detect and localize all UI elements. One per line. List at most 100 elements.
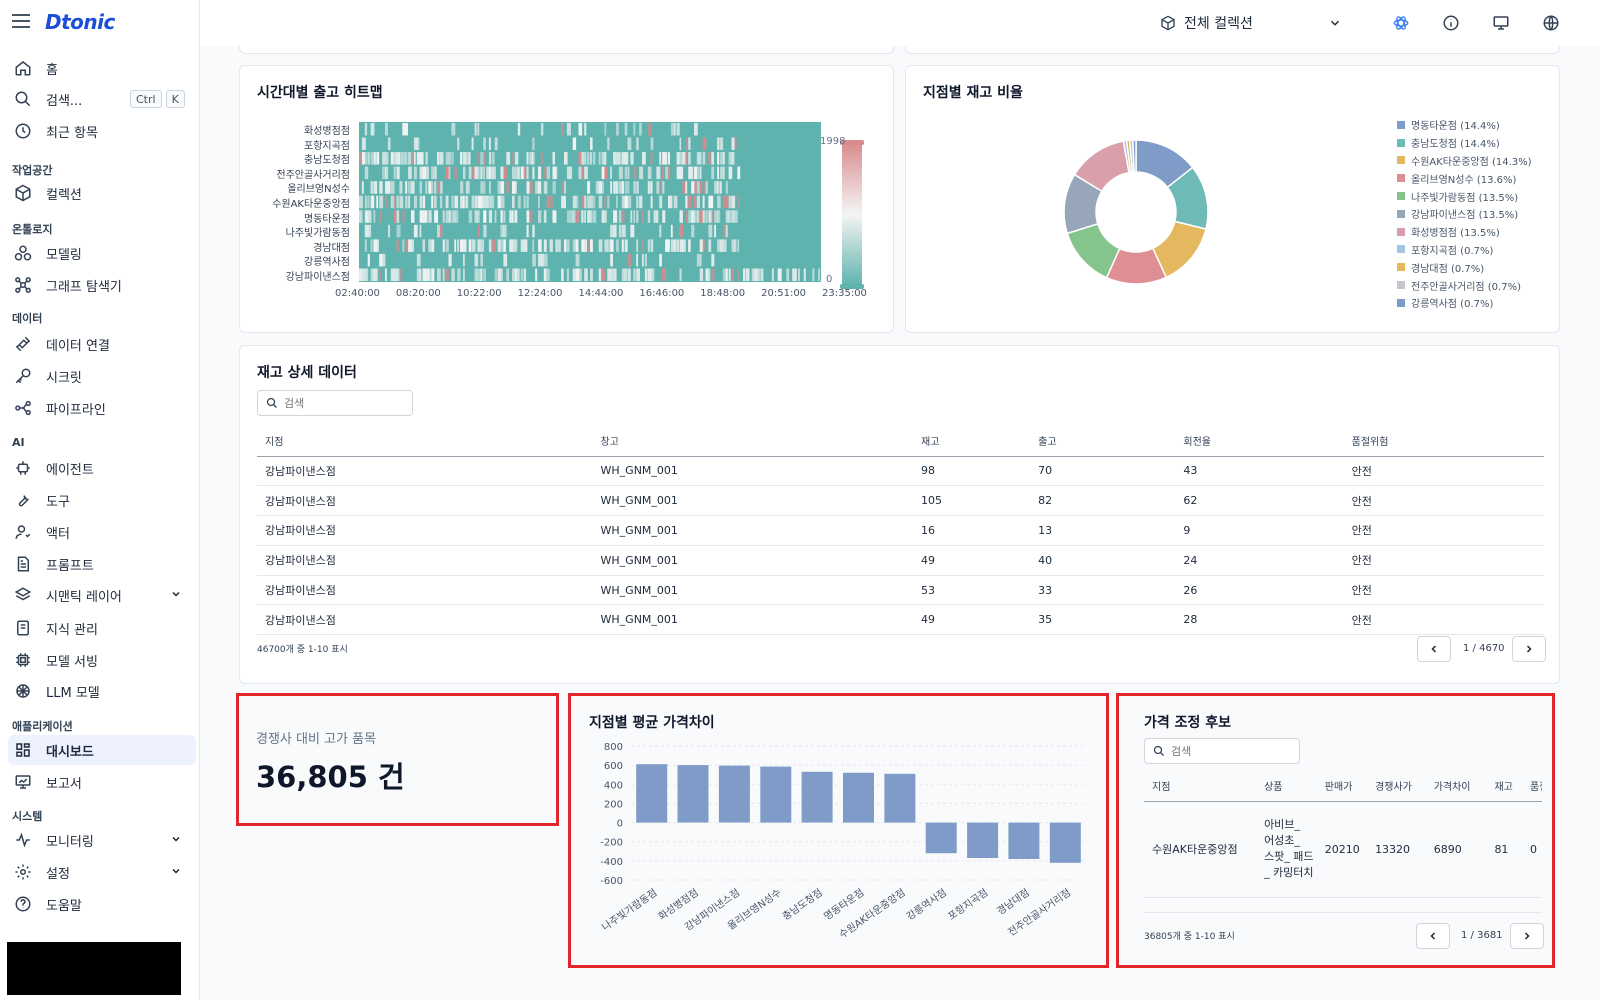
donut-legend-item[interactable]: 나주빛가람동점 (13.5%) xyxy=(1397,187,1532,205)
nav-agent[interactable]: 에이전트 xyxy=(8,453,196,483)
table-row[interactable]: 강남파이낸스점 WH_GNM_001 49 40 24 안전 xyxy=(257,545,1544,576)
table-cell: 안전 xyxy=(1343,485,1544,517)
donut-legend-item[interactable]: 강남파이낸스점 (13.5%) xyxy=(1397,205,1532,223)
nav-monitoring[interactable]: 모니터링 xyxy=(8,825,196,855)
nav-help[interactable]: 도움말 xyxy=(8,889,196,919)
column-header[interactable]: 지점 xyxy=(257,426,593,457)
inventory-search[interactable] xyxy=(257,390,413,416)
hamburger-menu-icon[interactable] xyxy=(12,14,30,30)
nav-modeling[interactable]: 모델링 xyxy=(8,238,196,268)
inventory-next-page-button[interactable] xyxy=(1512,636,1546,662)
table-row[interactable]: 강남파이낸스점 WH_GNM_001 98 70 43 안전 xyxy=(257,456,1544,487)
price-candidates-prev-page-button[interactable] xyxy=(1416,923,1450,949)
column-header[interactable]: 회전율 xyxy=(1175,426,1344,457)
nav-graph-explorer[interactable]: 그래프 탐색기 xyxy=(8,270,196,300)
nav-prompt[interactable]: 프롬프트 xyxy=(8,549,196,579)
heatmap-cell xyxy=(486,195,489,209)
donut-legend-item[interactable]: 충남도청점 (14.4%) xyxy=(1397,134,1532,152)
table-row[interactable]: 수원AK타운중앙점 아비브_ 어성초_ 스팟_ 패드_ 카밍터치 20210 1332… xyxy=(1144,801,1542,898)
column-header[interactable]: 상품 xyxy=(1256,771,1317,802)
nav-secrets[interactable]: 시크릿 xyxy=(8,361,196,391)
heatmap-cell xyxy=(618,166,623,180)
price-candidates-search-input[interactable] xyxy=(1171,744,1281,758)
heatmap-cell xyxy=(673,239,677,252)
donut-legend-item[interactable]: 올리브영N성수 (13.6%) xyxy=(1397,169,1532,187)
inventory-row-count: 46700개 중 1-10 표시 xyxy=(257,645,348,655)
donut-legend-item[interactable]: 화성병점점 (13.5%) xyxy=(1397,223,1532,241)
atom-icon[interactable] xyxy=(1392,14,1410,32)
column-header[interactable]: 지점 xyxy=(1144,771,1257,802)
heatmap-cell xyxy=(679,224,684,238)
nav-report[interactable]: 보고서 xyxy=(8,767,196,797)
chevron-down-icon[interactable] xyxy=(1328,16,1342,30)
nav-settings[interactable]: 설정 xyxy=(8,857,196,887)
table-row[interactable]: 강남파이낸스점 WH_GNM_001 16 13 9 안전 xyxy=(257,515,1544,546)
nav-search[interactable]: 검색... Ctrl K xyxy=(8,84,196,114)
heatmap-cell xyxy=(728,268,731,281)
heatmap-cell xyxy=(367,210,372,223)
column-header[interactable]: 재고 xyxy=(913,426,1031,457)
heatmap-cell xyxy=(451,195,454,209)
table-row[interactable]: 강남파이낸스점 WH_GNM_001 49 35 28 안전 xyxy=(257,604,1544,636)
nav-collections[interactable]: 컬렉션 xyxy=(8,178,196,208)
heatmap-cell xyxy=(717,210,721,223)
donut-legend-item[interactable]: 명동타운점 (14.4%) xyxy=(1397,116,1532,134)
donut-legend-item[interactable]: 경남대점 (0.7%) xyxy=(1397,258,1532,276)
table-row[interactable]: 강남파이낸스점 WH_GNM_001 53 33 26 안전 xyxy=(257,575,1544,606)
heatmap-cell xyxy=(460,239,463,252)
nav-semantic-layer[interactable]: 시맨틱 레이어 xyxy=(8,580,196,610)
table-cell: 40 xyxy=(1030,545,1176,576)
nav-tools[interactable]: 도구 xyxy=(8,485,196,515)
heatmap-cell xyxy=(676,123,680,136)
nav-home[interactable]: 홈 xyxy=(8,53,196,83)
heatmap-cell xyxy=(497,268,501,281)
heatmap-cell xyxy=(431,181,434,194)
nav-recent[interactable]: 최근 항목 xyxy=(8,116,196,146)
nav-model-serving[interactable]: 모델 서빙 xyxy=(8,645,196,675)
heatmap-cell xyxy=(376,195,379,209)
table-row[interactable]: 강남파이낸스점 WH_GNM_001 105 82 62 안전 xyxy=(257,485,1544,517)
nav-pipeline[interactable]: 파이프라인 xyxy=(8,393,196,423)
info-icon[interactable] xyxy=(1442,14,1460,32)
nav-dashboard[interactable]: 대시보드 xyxy=(8,735,196,765)
price-candidates-table-wrap[interactable]: 지점상품판매가경쟁사가가격차이재고품절위수원AK타운중앙점아비브_ 어성초_ 스… xyxy=(1144,771,1542,899)
monitor-icon[interactable] xyxy=(1492,14,1510,32)
brand-logo[interactable]: Dtonic xyxy=(45,10,115,34)
heatmap-cell xyxy=(422,239,425,252)
donut-legend-item[interactable]: 포항지곡점 (0.7%) xyxy=(1397,241,1532,259)
column-header[interactable]: 재고 xyxy=(1486,771,1523,802)
column-header[interactable]: 판매가 xyxy=(1316,771,1368,802)
donut-legend-item[interactable]: 전주안골사거리점 (0.7%) xyxy=(1397,276,1532,294)
column-header[interactable]: 품절위험 xyxy=(1343,426,1544,457)
globe-icon[interactable] xyxy=(1542,14,1560,32)
heatmap-cell xyxy=(526,152,529,165)
column-header[interactable]: 경쟁사가 xyxy=(1367,771,1426,802)
heatmap-cell xyxy=(480,195,484,209)
column-header[interactable]: 가격차이 xyxy=(1425,771,1487,802)
heatmap-cell xyxy=(592,195,596,209)
table-cell: WH_GNM_001 xyxy=(592,545,913,576)
nav-data-connection[interactable]: 데이터 연결 xyxy=(8,329,196,359)
heatmap-cell xyxy=(474,123,477,136)
column-header[interactable]: 품절위 xyxy=(1522,771,1542,802)
inventory-search-input[interactable] xyxy=(284,396,394,410)
price-candidates-next-page-button[interactable] xyxy=(1510,923,1544,949)
donut-legend-item[interactable]: 강릉역사점 (0.7%) xyxy=(1397,294,1532,312)
heatmap-cell xyxy=(650,268,655,281)
nav-actor[interactable]: 액터 xyxy=(8,517,196,547)
heatmap-cell xyxy=(598,195,603,209)
heatmap-cell xyxy=(754,268,758,281)
column-header[interactable]: 출고 xyxy=(1030,426,1176,457)
nav-llm-model[interactable]: LLM 모델 xyxy=(8,676,196,706)
user-profile-block[interactable] xyxy=(7,942,181,995)
heatmap-cell xyxy=(581,210,584,223)
heatmap-cell xyxy=(434,166,437,180)
price-candidates-search[interactable] xyxy=(1144,738,1300,764)
donut-legend-item[interactable]: 수원AK타운중앙점 (14.3%) xyxy=(1397,152,1532,170)
nav-knowledge[interactable]: 지식 관리 xyxy=(8,613,196,643)
column-header[interactable]: 창고 xyxy=(592,426,913,457)
heatmap-cell xyxy=(566,210,570,223)
heatmap-cell xyxy=(422,195,426,209)
heatmap-cell xyxy=(480,268,483,281)
inventory-prev-page-button[interactable] xyxy=(1417,636,1451,662)
